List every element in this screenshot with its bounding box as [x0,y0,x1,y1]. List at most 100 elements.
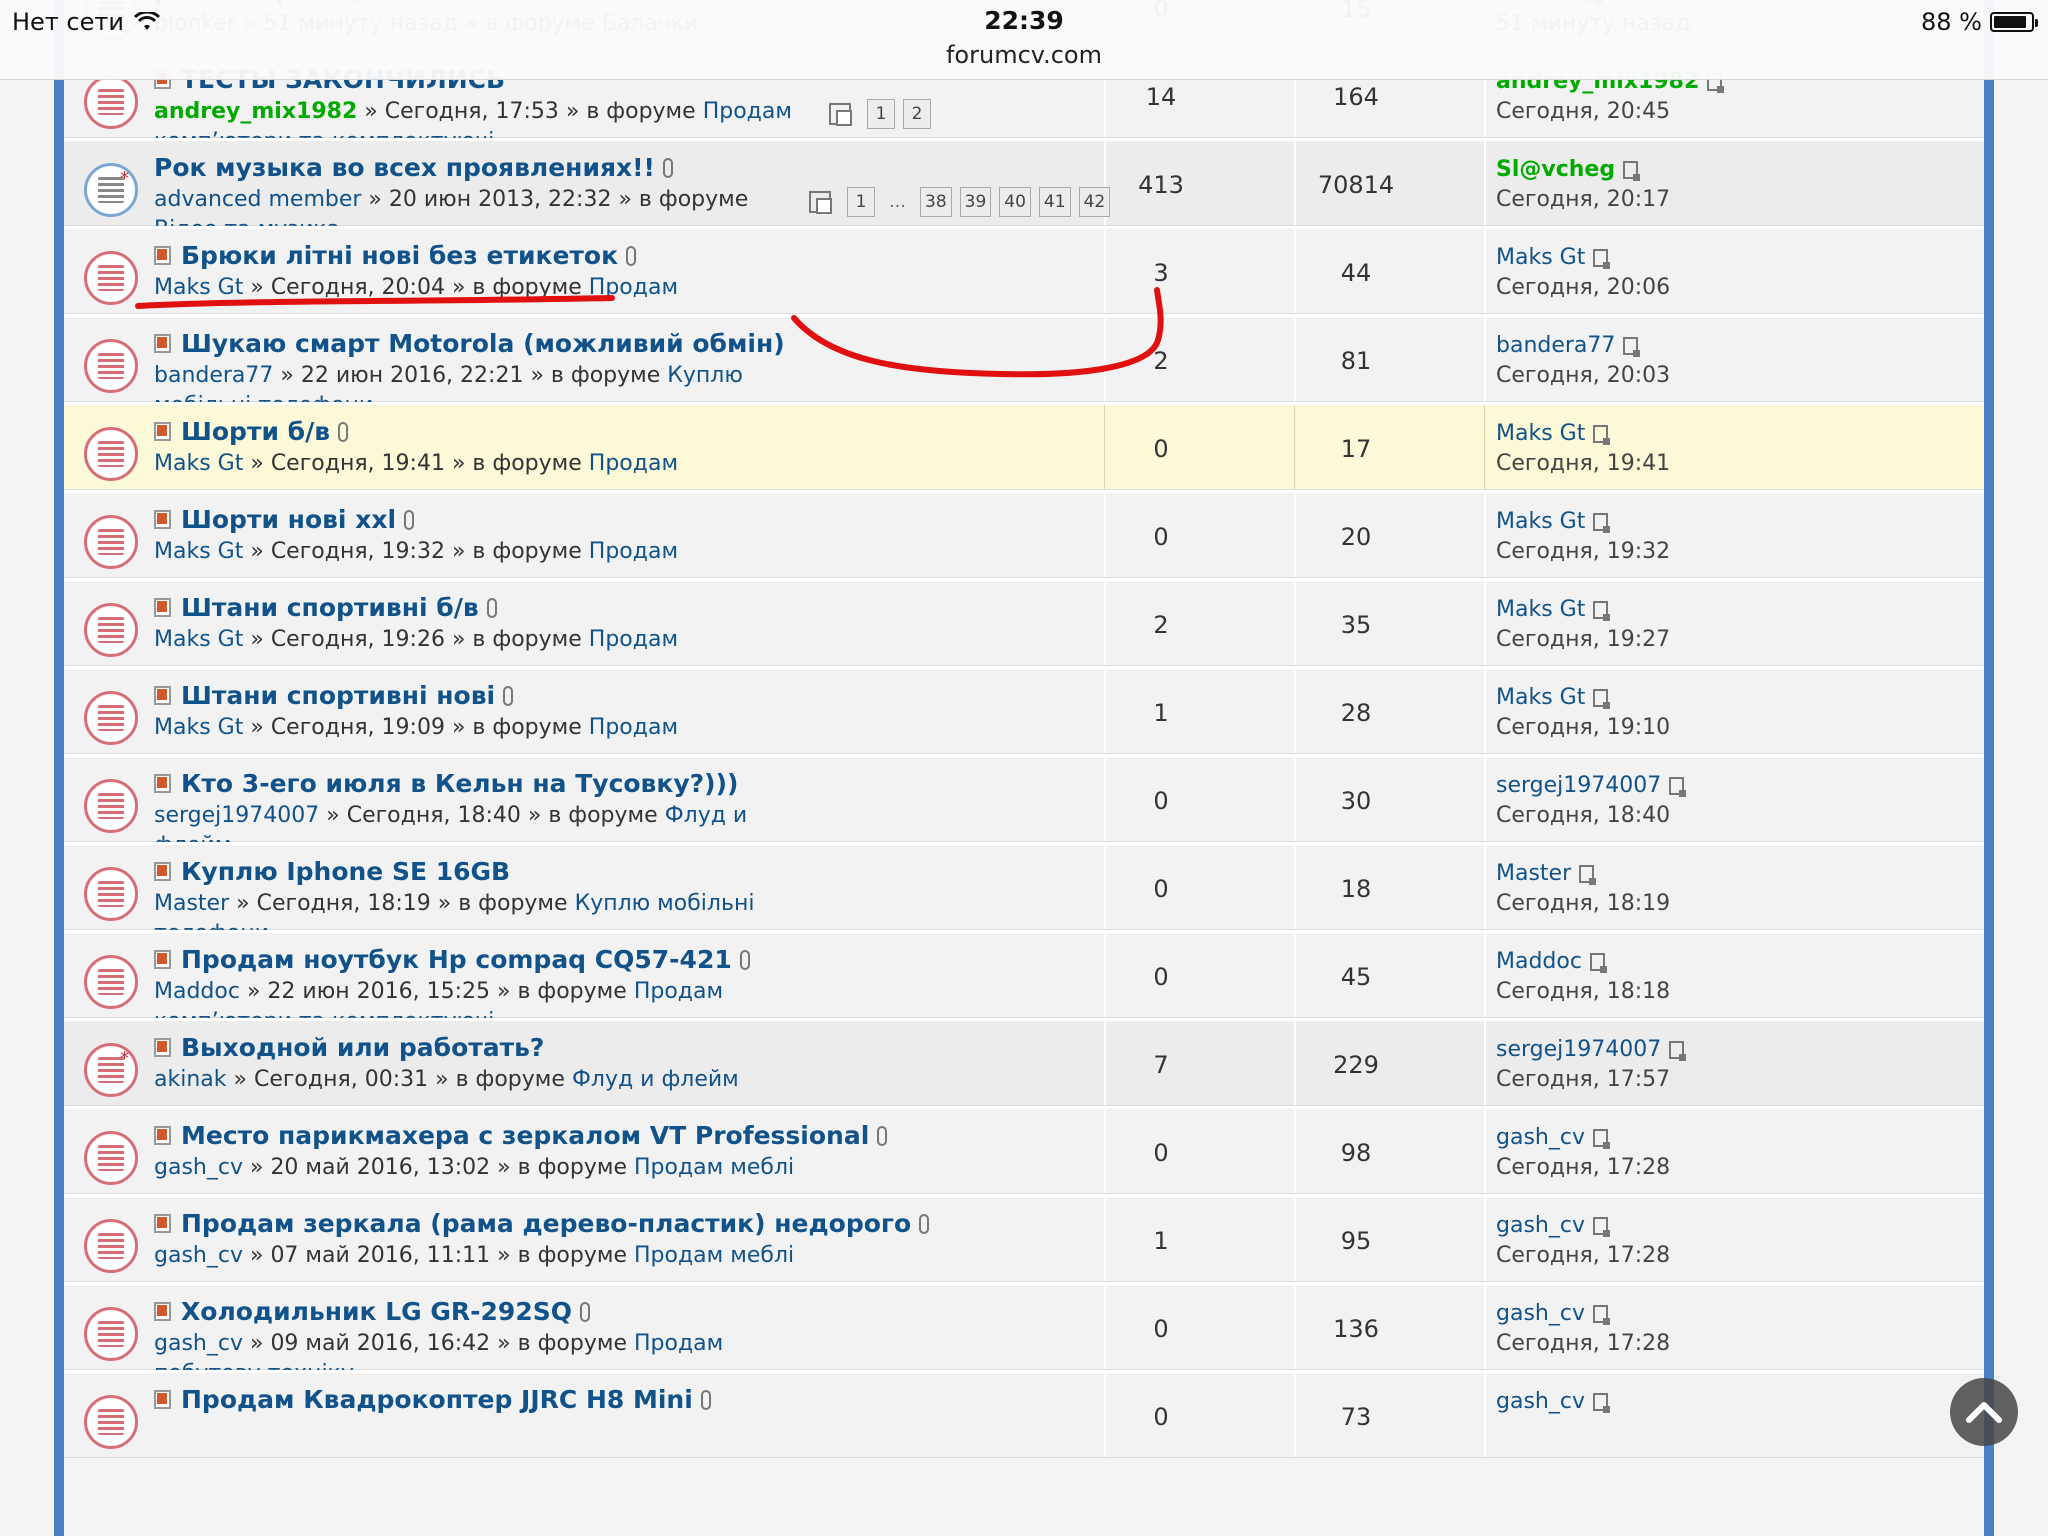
new-post-icon[interactable] [154,1126,171,1145]
topic-author-link[interactable]: Maks Gt [154,627,243,652]
topic-author-link[interactable]: gash_cv [154,1155,243,1180]
go-to-last-post-icon[interactable] [1579,865,1597,885]
topic-row[interactable]: Шорти нові xxl Maks Gt » Сегодня, 19:32 »… [64,490,1984,578]
forum-link[interactable]: Продам [589,715,678,740]
topic-title-link[interactable]: Продам Квадрокоптер JJRC H8 Mini [181,1385,693,1414]
page-link[interactable]: 40 [999,187,1031,217]
go-to-last-post-icon[interactable] [1592,1305,1610,1325]
topic-author-link[interactable]: Maks Gt [154,539,243,564]
topic-author-link[interactable]: sergej1974007 [154,803,319,828]
last-post-author[interactable]: Maks Gt [1496,595,1670,625]
last-post-author[interactable]: gash_cv [1496,1387,1610,1417]
topic-title-link[interactable]: Кто 3-его июля в Кельн на Тусовку?))) [181,769,738,798]
topic-author-link[interactable]: Maddoc [154,979,240,1004]
new-post-icon[interactable] [154,510,171,529]
topic-title-link[interactable]: Холодильник LG GR-292SQ [181,1297,572,1326]
new-post-icon[interactable] [154,862,171,881]
page-link[interactable]: 41 [1038,187,1071,217]
new-post-icon[interactable] [154,1302,171,1321]
last-post-author-link[interactable]: gash_cv [1496,1387,1585,1417]
last-post-author-link[interactable]: gash_cv [1496,1299,1585,1329]
forum-link[interactable]: Флуд и флейм [572,1067,739,1092]
new-post-icon[interactable] [154,598,171,617]
go-to-last-post-icon[interactable] [1593,425,1611,445]
topic-author-link[interactable]: andrey_mix1982 [154,99,357,124]
topic-row[interactable]: Штани спортивні нові Maks Gt » Сегодня, 1… [64,666,1984,754]
last-post-author-link[interactable]: Master [1496,859,1571,889]
page-link[interactable]: 1 [847,187,875,217]
topic-title-link[interactable]: Продам зеркала (рама дерево-пластик) нед… [181,1209,911,1238]
topic-row[interactable]: Место парикмахера с зеркалом VT Professi… [64,1106,1984,1194]
last-post-author-link[interactable]: Sl@vcheg [1496,155,1615,185]
last-post-author[interactable]: bandera77 [1496,331,1670,361]
topic-row[interactable]: Куплю Iphone SE 16GB Master » Сегодня, 18… [64,842,1984,946]
topic-row[interactable]: Шорти б/в Maks Gt » Сегодня, 19:41 » в фо… [64,402,1984,490]
topic-row[interactable]: Холодильник LG GR-292SQ gash_cv » 09 май … [64,1282,1984,1386]
topic-row[interactable]: Продам ноутбук Hp compaq CQ57-421 Maddoc … [64,930,1984,1034]
topic-row[interactable]: Шукаю смарт Motorola (можливий обмін) ban… [64,314,1984,418]
last-post-author-link[interactable]: sergej1974007 [1496,771,1661,801]
topic-title-link[interactable]: Штани спортивні б/в [181,593,479,622]
last-post-author-link[interactable]: gash_cv [1496,1211,1585,1241]
new-post-icon[interactable] [154,774,171,793]
go-to-last-post-icon[interactable] [1623,337,1641,357]
go-to-last-post-icon[interactable] [1592,1217,1610,1237]
page-link[interactable]: 39 [959,187,992,217]
topic-row[interactable]: * Рок музыка во всех проявлениях!! advance… [64,138,1984,242]
last-post-author[interactable]: Maks Gt [1496,419,1670,449]
topic-row[interactable]: * Выходной или работать? akinak » Сегодня,… [64,1018,1984,1106]
scroll-to-top-button[interactable] [1950,1378,2018,1446]
topic-title-link[interactable]: Брюки літні нові без етикеток [181,241,618,270]
last-post-author[interactable]: gash_cv [1496,1123,1670,1153]
topic-title-link[interactable]: Шукаю смарт Motorola (можливий обмін) [181,329,785,358]
topic-title-link[interactable]: Штани спортивні нові [181,681,495,710]
new-post-icon[interactable] [154,686,171,705]
new-post-icon[interactable] [154,950,171,969]
forum-link[interactable]: Продам [589,539,678,564]
new-post-icon[interactable] [154,334,171,353]
forum-link[interactable]: Продам [589,627,678,652]
new-post-icon[interactable] [154,1390,171,1409]
topic-row[interactable]: Продам зеркала (рама дерево-пластик) нед… [64,1194,1984,1282]
last-post-author[interactable]: Master [1496,859,1670,889]
last-post-author[interactable]: gash_cv [1496,1299,1670,1329]
topic-author-link[interactable]: Master [154,891,229,916]
go-to-last-post-icon[interactable] [1669,777,1687,797]
topic-row[interactable]: Брюки літні нові без етикеток Maks Gt » С… [64,226,1984,314]
last-post-author[interactable]: sergej1974007 [1496,1035,1687,1065]
last-post-author-link[interactable]: Maks Gt [1496,507,1585,537]
topic-author-link[interactable]: advanced member [154,187,361,212]
topic-title-link[interactable]: Продам ноутбук Hp compaq CQ57-421 [181,945,732,974]
address-bar-url[interactable]: forumcv.com [0,41,2048,69]
go-to-last-post-icon[interactable] [1593,513,1611,533]
go-to-last-post-icon[interactable] [1593,249,1611,269]
forum-link[interactable]: Продам меблі [634,1155,794,1180]
topic-author-link[interactable]: bandera77 [154,363,273,388]
new-post-icon[interactable] [154,246,171,265]
topic-row[interactable]: Продам Квадрокоптер JJRC H8 Mini 0 73 gash_… [64,1370,1984,1458]
last-post-author[interactable]: Sl@vcheg [1496,155,1670,185]
last-post-author[interactable]: sergej1974007 [1496,771,1687,801]
last-post-author[interactable]: gash_cv [1496,1211,1670,1241]
go-to-last-post-icon[interactable] [1623,161,1641,181]
topic-title-link[interactable]: Рок музыка во всех проявлениях!! [154,153,655,182]
go-to-last-post-icon[interactable] [1593,601,1611,621]
last-post-author[interactable]: Maks Gt [1496,243,1670,273]
new-post-icon[interactable] [154,422,171,441]
topic-author-link[interactable]: gash_cv [154,1243,243,1268]
new-post-icon[interactable] [154,1038,171,1057]
go-to-last-post-icon[interactable] [1593,689,1611,709]
topic-title-link[interactable]: Место парикмахера с зеркалом VT Professi… [181,1121,869,1150]
topic-author-link[interactable]: gash_cv [154,1331,243,1356]
forum-link[interactable]: Продам [589,451,678,476]
go-to-last-post-icon[interactable] [1592,1129,1610,1149]
last-post-author-link[interactable]: gash_cv [1496,1123,1585,1153]
new-post-icon[interactable] [154,1214,171,1233]
forum-link[interactable]: Продам меблі [634,1243,794,1268]
forum-link[interactable]: Продам [589,275,678,300]
last-post-author-link[interactable]: Maks Gt [1496,683,1585,713]
last-post-author[interactable]: Maks Gt [1496,507,1670,537]
topic-title-link[interactable]: Шорти нові xxl [181,505,396,534]
last-post-author-link[interactable]: Maks Gt [1496,419,1585,449]
topic-title-link[interactable]: Шорти б/в [181,417,330,446]
